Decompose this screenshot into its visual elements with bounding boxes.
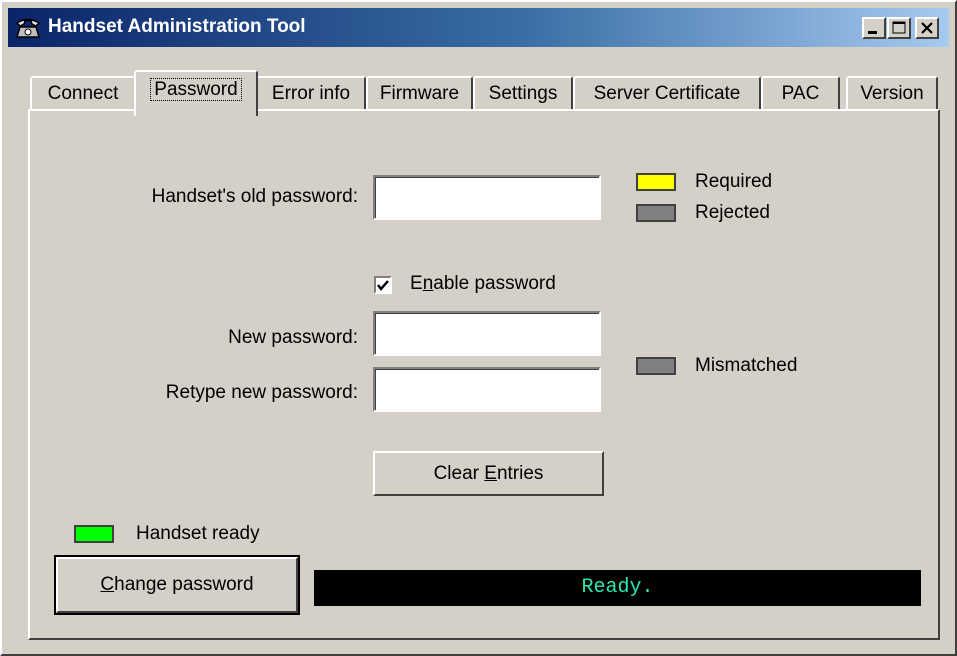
tab-strip: Connect Password Error info Firmware Set… (30, 70, 942, 116)
status-message: Ready. (314, 570, 921, 606)
old-password-label: Handset's old password: (151, 186, 358, 207)
maximize-button[interactable] (887, 17, 911, 39)
window-title: Handset Administration Tool (48, 16, 306, 37)
checkmark-icon (377, 280, 389, 291)
rejected-label: Rejected (695, 202, 770, 223)
new-password-field[interactable] (373, 311, 601, 356)
retype-password-label: Retype new password: (165, 382, 358, 403)
mismatched-label: Mismatched (695, 355, 798, 376)
required-swatch (636, 173, 676, 191)
old-password-field[interactable] (373, 175, 601, 220)
handset-ready-label: Handset ready (136, 523, 260, 544)
clear-entries-button[interactable]: Clear Entries (373, 451, 604, 496)
change-password-button[interactable]: Change password (54, 555, 300, 615)
enable-password-label[interactable]: Enable password (410, 272, 556, 296)
mismatched-swatch (636, 357, 676, 375)
retype-password-field[interactable] (373, 367, 601, 412)
required-label: Required (695, 171, 773, 192)
telephone-handset-icon (15, 18, 41, 38)
rejected-swatch (636, 204, 676, 222)
tab-password[interactable]: Password (134, 70, 258, 116)
close-icon (921, 22, 933, 34)
maximize-icon (892, 21, 906, 34)
minimize-button[interactable] (862, 17, 886, 39)
new-password-label: New password: (228, 327, 358, 348)
handset-ready-indicator (74, 525, 114, 543)
enable-password-checkbox[interactable] (374, 276, 392, 294)
minimize-icon (868, 31, 877, 34)
close-button[interactable] (915, 17, 939, 39)
title-bar[interactable]: Handset Administration Tool (8, 8, 949, 47)
